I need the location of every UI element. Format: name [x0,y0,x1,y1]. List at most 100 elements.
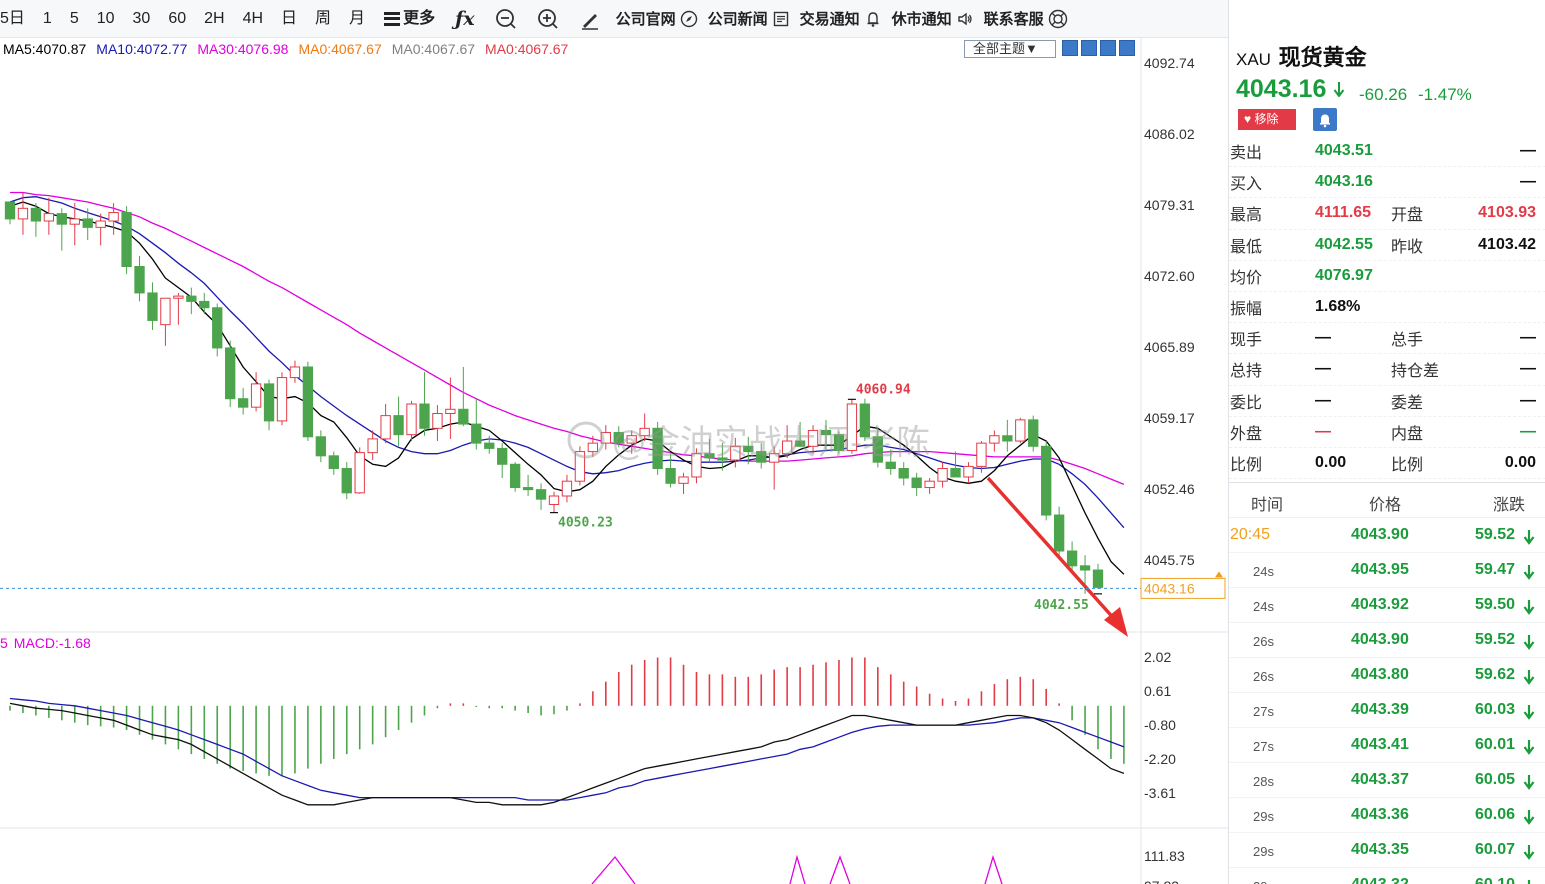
candle-down [186,295,197,302]
quote-table: 卖出 4043.51 — 买入 4043.16 — 最高 4111.65 开盘 4103.93 最低… [1229,136,1545,480]
quote-value-2: — [1520,142,1536,160]
macd-legend-value: MACD:-1.68 [13,635,91,651]
trade-price: 4043.32 [1351,876,1409,884]
candle-down [199,300,210,309]
trade-row[interactable]: 20:45 4043.90 59.52 [1229,518,1545,553]
trade-change: 60.07 [1475,841,1516,858]
candle-down [898,468,909,479]
formula-button[interactable]: ƒx [445,0,485,38]
trade-row[interactable]: 26s 4043.80 59.62 [1229,658,1545,693]
alert-button[interactable] [1313,108,1337,131]
trade-time: 24s [1253,599,1274,614]
company-site-link[interactable]: 公司官网 [611,0,703,38]
market-closure-link[interactable]: 休市通知 [887,0,979,38]
quote-value-2: — [1520,422,1536,440]
quote-value-2: — [1520,329,1536,347]
period-6[interactable]: 2H [195,0,233,38]
trade-row[interactable]: 28s 4043.37 60.05 [1229,763,1545,798]
trade-notice-link[interactable]: 交易通知 [795,0,887,38]
candle-down [121,212,132,267]
period-9[interactable]: 周 [306,0,340,38]
quote-panel: XAU 现货黄金 4043.16 -60.26 -1.47% ♥ 移除 卖出 40… [1228,0,1545,884]
quote-label: 外盘 [1230,425,1263,443]
trades-header-time: 时间 [1251,497,1284,514]
trade-row[interactable]: 29s 4043.36 60.06 [1229,798,1545,833]
quote-row: 比例 0.00 比例 0.00 [1229,448,1545,480]
trade-row[interactable]: 26s 4043.90 59.52 [1229,623,1545,658]
trades-header-price: 价格 [1369,497,1402,514]
bell-icon [1320,114,1330,127]
quote-label-2: 开盘 [1391,207,1424,225]
quote-value-2: — [1520,360,1536,378]
quote-label: 振幅 [1230,301,1263,319]
trade-price: 4043.35 [1351,841,1409,858]
draw-tool-button[interactable] [569,0,611,38]
zoom-out-button[interactable] [485,0,527,38]
pen-icon [581,13,598,30]
period-2[interactable]: 5 [61,0,88,38]
compass-icon [680,10,697,27]
period-3[interactable]: 10 [88,0,124,38]
trades-header: 时间 价格 涨跌 [1229,482,1545,518]
down-arrow-icon [1523,635,1535,650]
trade-time: 27s [1253,704,1274,719]
candle-up [95,220,106,228]
candle-down [315,436,327,457]
indicator-tick-label: 111.83 [1144,848,1185,864]
trade-change: 60.03 [1475,701,1516,718]
candle-up [17,207,29,220]
zoom-in-button[interactable] [527,0,569,38]
candle-down [885,461,896,470]
trade-row[interactable]: 27s 4043.39 60.03 [1229,693,1545,728]
period-5[interactable]: 60 [159,0,195,38]
customer-service-link[interactable]: 联系客服 [979,0,1073,38]
remove-label: 移除 [1254,112,1279,126]
candle-down [1041,445,1052,516]
candle-up [69,218,80,225]
trade-row[interactable]: 24s 4043.95 59.47 [1229,553,1545,588]
candle-up [250,383,262,408]
candle-up [548,495,560,505]
quote-value: — [1315,391,1331,409]
candlestick-chart[interactable]: 4060.94 4050.23 4042.55 @金油实战大师-老陈 4092.74 4… [0,38,1228,884]
trade-row[interactable]: 29s 4043.32 60.10 [1229,868,1545,884]
trade-notice-label: 交易通知 [799,11,860,28]
macd-tick-label: 0.61 [1144,683,1171,699]
trade-change: 59.47 [1475,561,1516,578]
candle-down [82,218,93,228]
macd-tick-label: -3.61 [1144,785,1176,801]
price-tick-label: 4092.74 [1144,55,1195,71]
trade-time: 29s [1253,879,1274,884]
candle-down [1002,435,1013,442]
quote-value: 4043.16 [1315,173,1373,191]
trade-row[interactable]: 24s 4043.92 59.50 [1229,588,1545,623]
period-0[interactable]: 5日 [0,0,34,38]
candle-down [522,487,534,491]
trade-price: 4043.39 [1351,701,1409,718]
trade-row[interactable]: 27s 4043.41 60.01 [1229,728,1545,763]
price-tick-label: 4086.02 [1144,126,1195,142]
quote-row: 振幅 1.68% [1229,292,1545,324]
quote-label-2: 昨收 [1391,238,1424,256]
price-tick-label: 4045.75 [1144,552,1195,568]
period-7[interactable]: 4H [234,0,272,38]
trade-row[interactable]: 29s 4043.35 60.07 [1229,833,1545,868]
company-news-link[interactable]: 公司新闻 [703,0,795,38]
period-1[interactable]: 1 [34,0,61,38]
period-10[interactable]: 月 [340,0,374,38]
candle-down [484,442,495,449]
remove-watchlist-button[interactable]: ♥ 移除 [1238,109,1296,130]
candle-down [225,347,236,400]
speaker-icon [957,12,972,25]
fx-icon: ƒx [455,7,475,30]
symbol-name: 现货黄金 [1278,45,1367,71]
zoom-out-icon [495,8,516,29]
candle-down [341,468,352,494]
menu-icon [384,11,401,26]
more-menu-button[interactable]: 更多 [374,0,445,38]
down-arrow-icon [1523,845,1535,860]
quote-value: 0.00 [1315,453,1347,471]
period-8[interactable]: 日 [272,0,306,38]
period-4[interactable]: 30 [124,0,160,38]
trades-list[interactable]: 20:45 4043.90 59.52 24s 4043.95 59.47 24s 4043.… [1229,518,1545,884]
